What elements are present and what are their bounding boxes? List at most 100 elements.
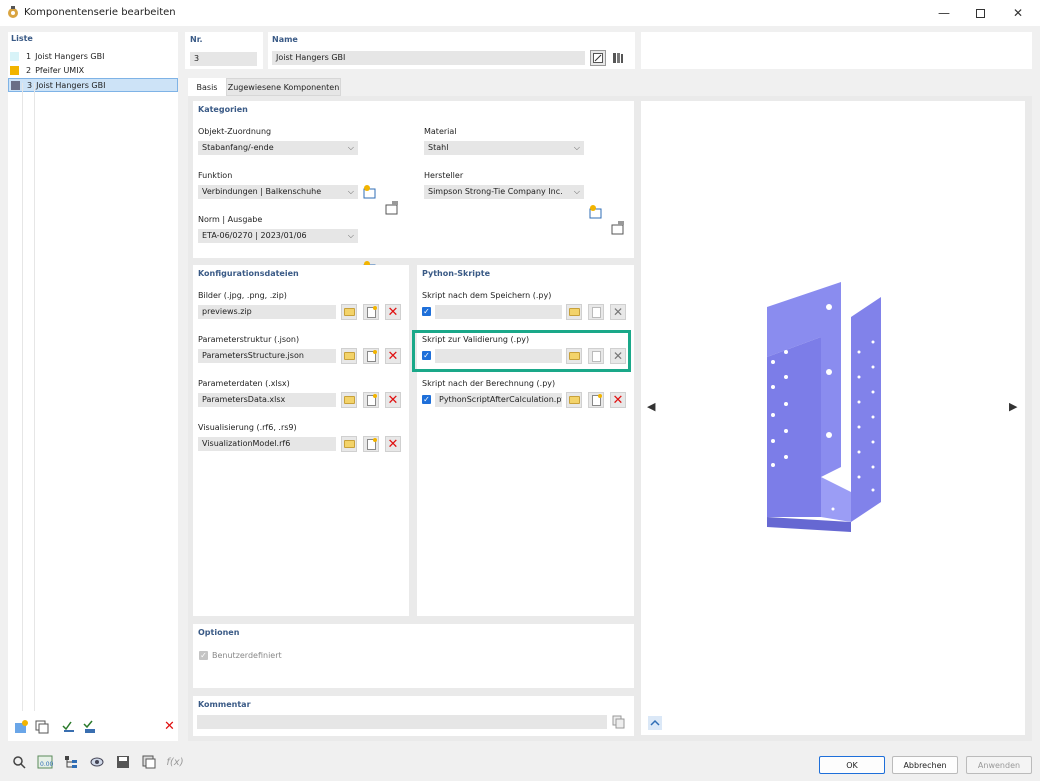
material-value: Stahl (428, 143, 449, 152)
tree-icon (65, 756, 77, 768)
kategorien-title: Kategorien (198, 105, 248, 114)
konfig-panel: Konfigurationsdateien Bilder (.jpg, .png… (193, 265, 409, 616)
konfig-delete-button[interactable]: ✕ (385, 436, 401, 452)
kommentar-edit-button[interactable] (612, 715, 626, 729)
list-copy-button[interactable] (33, 718, 50, 736)
new-file-icon (591, 393, 602, 406)
units-button[interactable]: 0.00 (36, 753, 54, 771)
kommentar-panel: Kommentar (193, 696, 634, 736)
konfig-row-field[interactable]: VisualizationModel.rf6 (198, 437, 336, 451)
objekt-zuordnung-select[interactable]: Stabanfang/-ende ⌵ (198, 141, 358, 155)
python-delete-button[interactable]: ✕ (610, 304, 626, 320)
save-icon (117, 756, 129, 768)
list-item[interactable]: 1 Joist Hangers GBI (8, 49, 178, 63)
python-row-field[interactable] (435, 305, 562, 319)
list-new-button[interactable] (12, 718, 29, 736)
color-swatch (11, 80, 20, 90)
new-file-icon (366, 437, 377, 450)
objekt-zuordnung-label: Objekt-Zuordnung (198, 127, 272, 136)
folder-icon (343, 352, 355, 360)
konfig-delete-button[interactable]: ✕ (385, 348, 401, 364)
units-icon: 0.00 (37, 755, 53, 769)
chevron-down-icon: ⌵ (573, 187, 580, 196)
library-icon (613, 53, 623, 63)
material-new-button[interactable] (588, 204, 604, 220)
formula-button[interactable]: f(x) (166, 753, 184, 771)
norm-value: ETA-06/0270 | 2023/01/06 (202, 231, 307, 240)
konfig-open-button[interactable] (341, 348, 357, 364)
konfig-new-file-button[interactable] (363, 348, 379, 364)
python-open-button[interactable] (566, 392, 582, 408)
konfig-row-label: Parameterstruktur (.json) (198, 335, 300, 344)
ok-button[interactable]: OK (819, 756, 885, 774)
konfig-delete-button[interactable]: ✕ (385, 304, 401, 320)
edit-icon (593, 53, 603, 63)
material-edit-button[interactable] (610, 220, 626, 236)
konfig-open-button[interactable] (341, 436, 357, 452)
konfig-new-file-button[interactable] (363, 304, 379, 320)
tab-basis-label: Basis (196, 82, 218, 92)
python-row-checkbox[interactable]: ✓ (422, 395, 431, 404)
edit-name-button[interactable] (590, 50, 606, 66)
kommentar-field[interactable] (197, 715, 607, 729)
maximize-button[interactable] (962, 0, 998, 26)
konfig-row-field[interactable]: ParametersStructure.json (198, 349, 336, 363)
nr-field[interactable]: 3 (190, 52, 257, 66)
list-check-all-button[interactable] (60, 718, 77, 736)
benutzerdefiniert-checkbox[interactable]: ✓ (199, 651, 208, 660)
close-button[interactable]: ✕ (1000, 0, 1036, 26)
list-item[interactable]: 2 Pfeifer UMIX (8, 64, 178, 78)
color-swatch (10, 51, 19, 61)
new-list-item-icon (14, 719, 28, 733)
python-open-button[interactable] (566, 304, 582, 320)
minimize-button[interactable]: — (926, 0, 962, 26)
tab-basis[interactable]: Basis (188, 78, 226, 96)
tab-zugewiesene-komponenten[interactable]: Zugewiesene Komponenten (226, 78, 341, 96)
konfig-new-file-button[interactable] (363, 436, 379, 452)
joist-hanger-preview-image (767, 282, 881, 532)
apply-button[interactable]: Anwenden (966, 756, 1032, 774)
list-uncheck-button[interactable] (82, 718, 99, 736)
name-field[interactable]: Joist Hangers GBI (272, 51, 585, 65)
edit-item-icon (385, 201, 398, 215)
preview-settings-button[interactable] (647, 715, 663, 731)
python-row-field[interactable]: PythonScriptAfterCalculation.py (435, 393, 562, 407)
konfig-delete-button[interactable]: ✕ (385, 392, 401, 408)
konfig-open-button[interactable] (341, 392, 357, 408)
objekt-zuordnung-value: Stabanfang/-ende (202, 143, 274, 152)
python-panel: Python-Skripte Skript nach dem Speichern… (417, 265, 634, 616)
list-delete-button[interactable]: ✕ (161, 718, 178, 736)
konfig-new-file-button[interactable] (363, 392, 379, 408)
window-title: Komponentenserie bearbeiten (24, 7, 176, 18)
bottom-toolbar: 0.00 f(x) (10, 753, 184, 771)
funktion-select[interactable]: Verbindungen | Balkenschuhe ⌵ (198, 185, 358, 199)
konfig-row-field[interactable]: ParametersData.xlsx (198, 393, 336, 407)
python-new-file-button[interactable] (588, 392, 604, 408)
material-select[interactable]: Stahl ⌵ (424, 141, 584, 155)
previous-image-button[interactable]: ◀ (647, 400, 655, 413)
optionen-panel: Optionen ✓ Benutzerdefiniert (193, 624, 634, 688)
load-button[interactable] (140, 753, 158, 771)
cancel-button[interactable]: Abbrechen (892, 756, 958, 774)
hersteller-select[interactable]: Simpson Strong-Tie Company Inc. ⌵ (424, 185, 584, 199)
search-button[interactable] (10, 753, 28, 771)
delete-icon: ✕ (163, 719, 175, 734)
display-button[interactable] (88, 753, 106, 771)
next-image-button[interactable]: ▶ (1009, 400, 1017, 413)
copy-icon (612, 715, 625, 729)
konfig-open-button[interactable] (341, 304, 357, 320)
structure-button[interactable] (62, 753, 80, 771)
save-button[interactable] (114, 753, 132, 771)
nr-label: Nr. (190, 35, 203, 44)
funktion-new-button[interactable] (362, 184, 378, 200)
funktion-edit-button[interactable] (384, 200, 400, 216)
norm-select[interactable]: ETA-06/0270 | 2023/01/06 ⌵ (198, 229, 358, 243)
search-icon (13, 756, 26, 769)
konfig-row-field[interactable]: previews.zip (198, 305, 336, 319)
python-new-file-button[interactable] (588, 304, 604, 320)
python-row-checkbox[interactable]: ✓ (422, 307, 431, 316)
library-button[interactable] (610, 50, 626, 66)
python-delete-button[interactable]: ✕ (610, 392, 626, 408)
eye-icon (90, 757, 104, 767)
app-icon (8, 6, 18, 18)
